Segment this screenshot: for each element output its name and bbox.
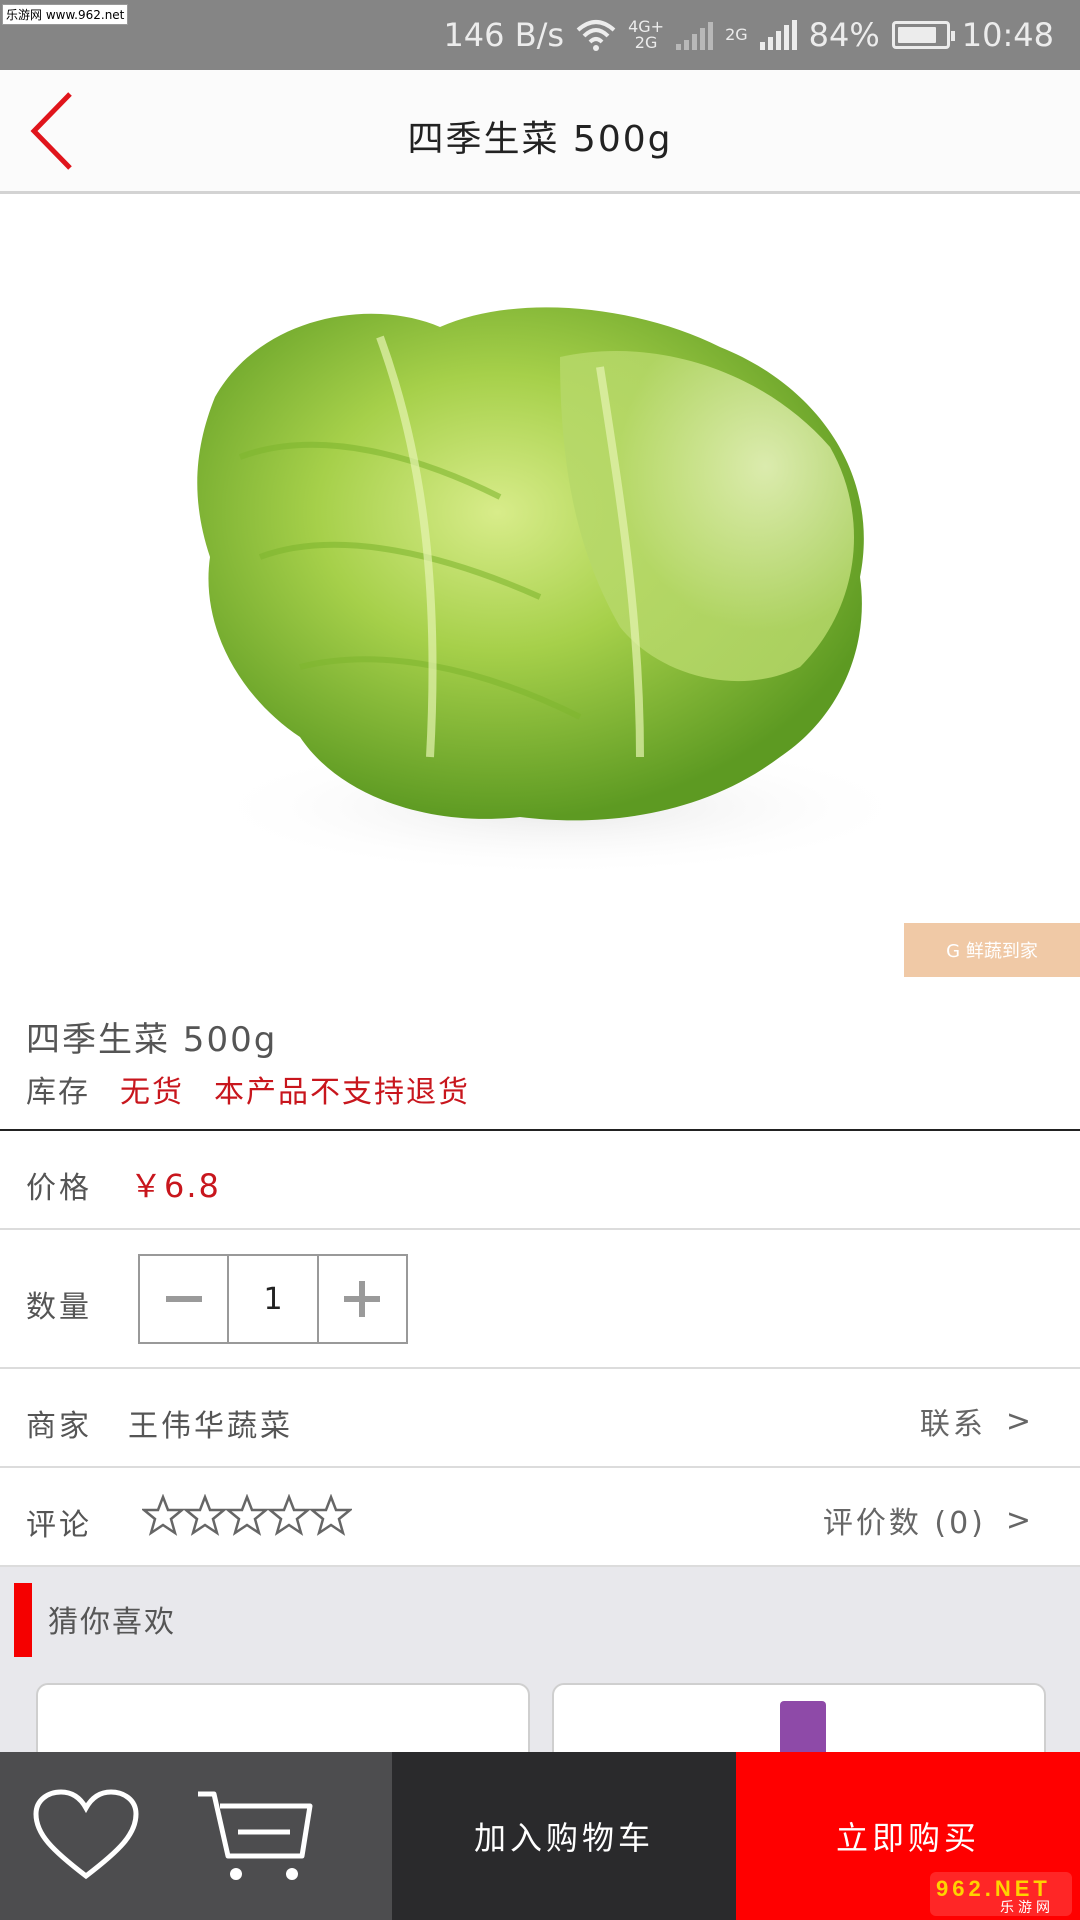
rating-stars	[142, 1494, 352, 1536]
watermark-text: 乐游网 www.962.net	[2, 4, 129, 25]
star-empty-icon	[184, 1494, 226, 1536]
recommend-card[interactable]	[552, 1683, 1046, 1752]
review-count: 评价数 (0)	[822, 1506, 986, 1541]
network-type-primary: 4G+ 2G	[628, 17, 665, 52]
recommend-card[interactable]	[36, 1683, 530, 1752]
merchant-label: 商家	[26, 1409, 92, 1444]
signal-bars-1-icon	[676, 20, 714, 50]
svg-text:962.NET: 962.NET	[936, 1876, 1051, 1901]
quantity-label: 数量	[26, 1290, 92, 1325]
962-logo: 962.NET 乐游网	[930, 1872, 1072, 1916]
star-empty-icon	[268, 1494, 310, 1536]
decrement-button[interactable]	[140, 1256, 230, 1342]
price-label: 价格	[26, 1171, 92, 1206]
shopping-cart-icon	[198, 1791, 313, 1880]
contact-button[interactable]: 联系 >	[920, 1399, 1034, 1443]
buy-now-button[interactable]: 立即购买 962.NET 乐游网	[736, 1752, 1080, 1920]
status-indicators: 146 B/s 4G+ 2G 2G 84% 10:48	[443, 0, 1054, 70]
chevron-right-icon: >	[1005, 1502, 1034, 1538]
product-info: 四季生菜 500g 库存 无货 本产品不支持退货	[0, 977, 1080, 1131]
product-image[interactable]: G 鲜蔬到家	[0, 197, 1080, 977]
product-thumbnail	[780, 1701, 826, 1752]
increment-button[interactable]	[319, 1256, 406, 1342]
cart-button[interactable]	[194, 1788, 314, 1884]
wifi-icon	[576, 20, 616, 51]
bottom-icon-group	[0, 1752, 392, 1920]
add-to-cart-button[interactable]: 加入购物车	[392, 1752, 736, 1920]
price-value: ￥6.8	[130, 1167, 221, 1205]
quantity-value: 1	[263, 1281, 283, 1317]
buy-now-label: 立即购买	[835, 1819, 980, 1857]
lettuce-image	[197, 307, 920, 877]
status-bar: 乐游网 www.962.net 146 B/s 4G+ 2G 2G 84% 10…	[0, 0, 1080, 70]
merchant-row[interactable]: 商家 王伟华蔬菜 联系 >	[0, 1369, 1080, 1468]
star-empty-icon	[226, 1494, 268, 1536]
minus-icon	[165, 1296, 202, 1302]
clock: 10:48	[961, 16, 1054, 54]
review-row[interactable]: 评论 评价数 (0) >	[0, 1468, 1080, 1567]
quantity-input[interactable]: 1	[229, 1256, 319, 1342]
contact-label: 联系	[919, 1407, 986, 1442]
price-row: 价格 ￥6.8	[0, 1131, 1080, 1230]
recommend-title: 猜你喜欢	[48, 1605, 176, 1640]
app-header: 四季生菜 500g	[0, 70, 1080, 194]
net-speed: 146 B/s	[443, 16, 565, 54]
star-empty-icon	[310, 1494, 352, 1536]
heart-icon	[33, 1789, 139, 1880]
battery-icon	[891, 21, 955, 49]
return-policy-note: 本产品不支持退货	[214, 1075, 470, 1110]
stock-line: 库存 无货 本产品不支持退货	[26, 1067, 470, 1111]
battery-percent: 84%	[808, 16, 880, 54]
recommend-section: 猜你喜欢	[0, 1567, 1080, 1752]
review-label: 评论	[26, 1508, 92, 1543]
review-count-link[interactable]: 评价数 (0) >	[823, 1498, 1034, 1542]
quantity-row: 数量 1	[0, 1230, 1080, 1369]
plus-icon	[344, 1281, 381, 1317]
chevron-right-icon: >	[1005, 1403, 1034, 1439]
signal-bars-2-icon	[759, 20, 797, 50]
svg-text:乐游网: 乐游网	[1000, 1900, 1054, 1916]
network-type-secondary: 2G	[725, 25, 748, 44]
page-title: 四季生菜 500g	[407, 119, 673, 160]
merchant-name: 王伟华蔬菜	[128, 1409, 293, 1444]
star-empty-icon	[142, 1494, 184, 1536]
bottom-action-bar: 加入购物车 立即购买 962.NET 乐游网	[0, 1752, 1080, 1920]
section-accent-bar	[14, 1583, 32, 1657]
stock-label: 库存	[26, 1075, 90, 1110]
quantity-stepper: 1	[138, 1254, 408, 1344]
product-name: 四季生菜 500g	[26, 1020, 278, 1060]
favorite-button[interactable]	[32, 1788, 140, 1884]
image-watermark-badge: G 鲜蔬到家	[904, 923, 1080, 977]
stock-value: 无货	[120, 1075, 184, 1110]
